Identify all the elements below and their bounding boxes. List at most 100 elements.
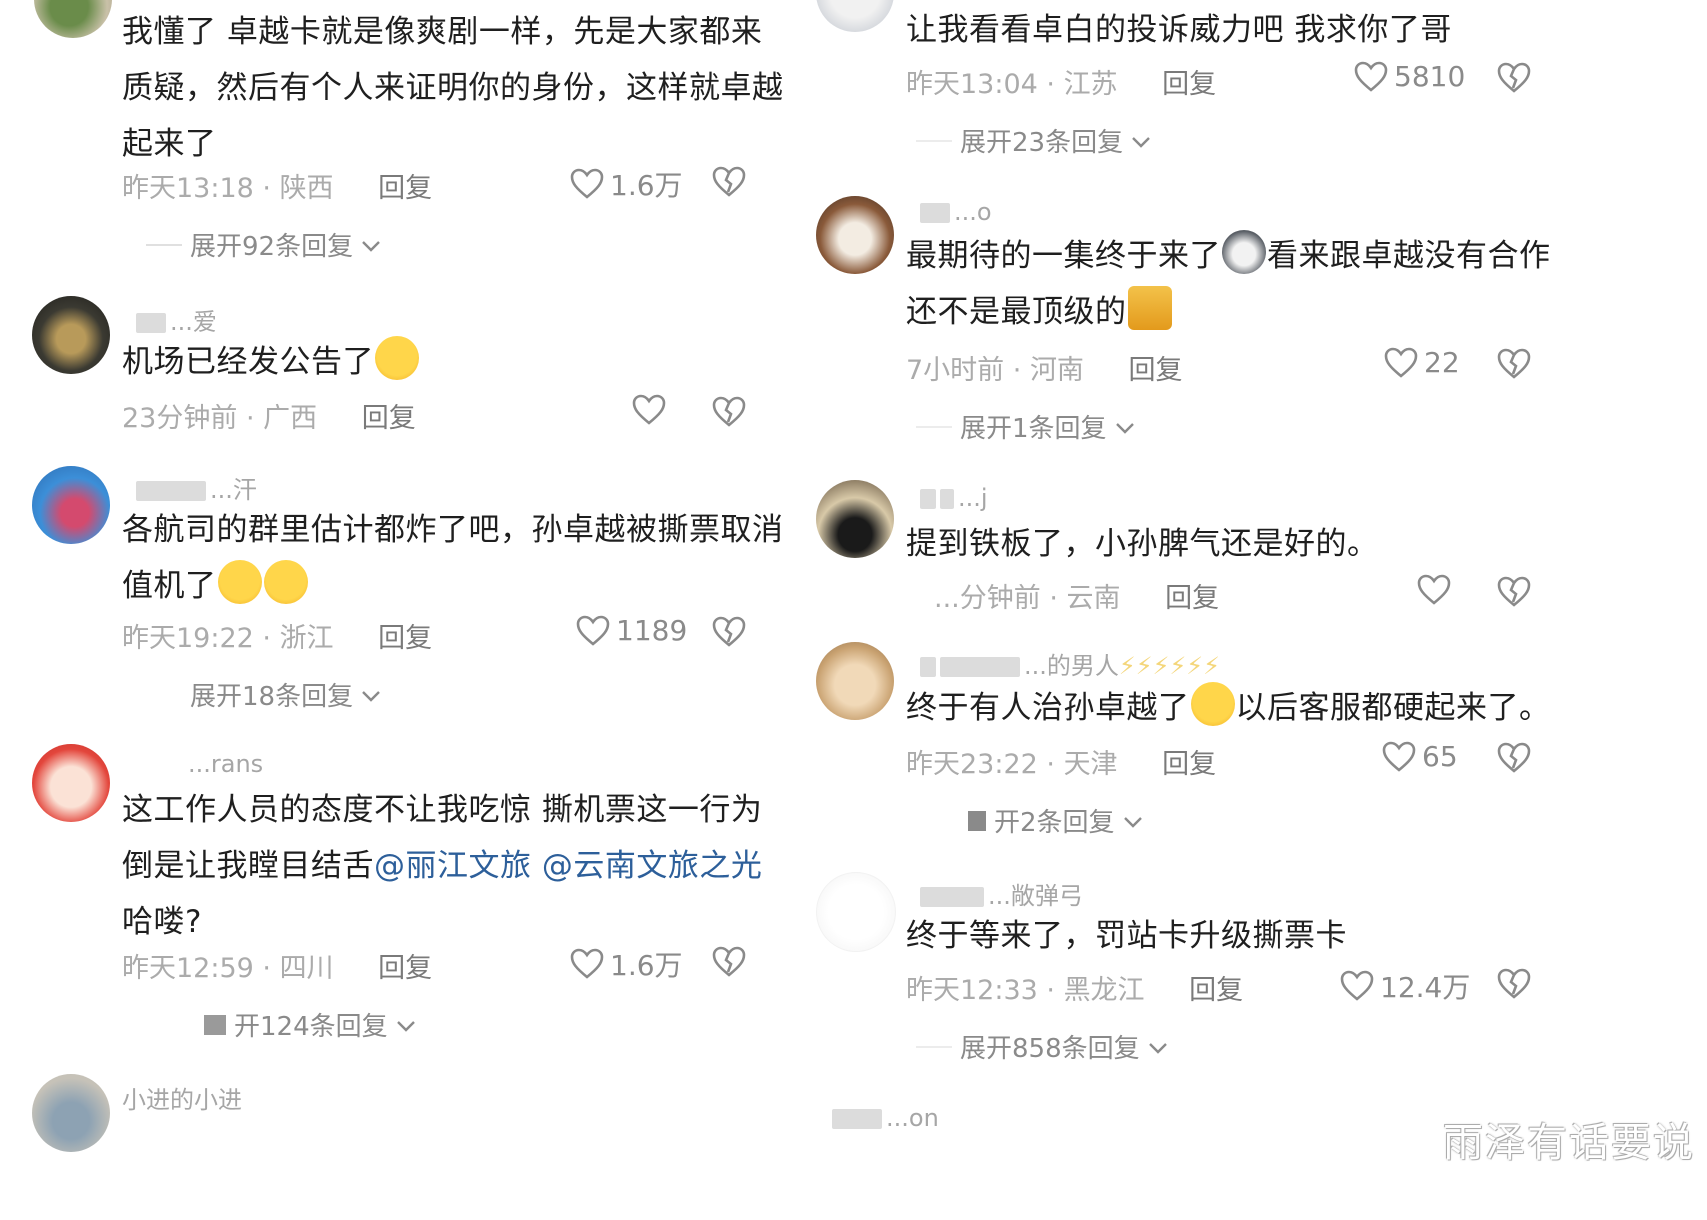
comment-body: 我懂了 卓越卡就是像爽剧一样，先是大家都来 质疑，然后有个人来证明你的身份，这样… — [122, 14, 784, 162]
dislike-button[interactable] — [712, 166, 746, 198]
heart-icon — [1417, 574, 1451, 606]
reply-button[interactable]: 回复 — [378, 953, 432, 984]
expand-replies[interactable]: 开124条回复 — [204, 1006, 416, 1043]
comment-body: 让我看看卓白的投诉威力吧 我求你了哥 — [906, 12, 1452, 48]
broken-heart-icon — [1497, 62, 1531, 94]
avatar[interactable] — [32, 744, 110, 822]
username[interactable]: ...爱 — [136, 302, 217, 337]
broken-heart-icon — [712, 616, 746, 648]
comment-meta: 23分钟前 · 广西 回复 — [122, 403, 416, 434]
avatar[interactable] — [816, 480, 894, 558]
mention-link[interactable]: @丽江文旅 — [374, 848, 532, 884]
username[interactable]: ...j — [920, 484, 988, 512]
comment-item: ...爱 机场已经发公告了 23分钟前 · 广西 回复 — [0, 296, 850, 446]
heart-icon — [576, 615, 610, 647]
comment-item: 小进的小进 — [0, 1074, 850, 1220]
like-button[interactable]: 22 — [1384, 346, 1460, 379]
dislike-button[interactable] — [712, 616, 746, 648]
avatar[interactable] — [816, 642, 894, 720]
expand-replies[interactable]: 开2条回复 — [968, 802, 1143, 839]
heart-icon — [632, 394, 666, 426]
right-column: 让我看看卓白的投诉威力吧 我求你了哥 昨天13:04 · 江苏 回复 5810 … — [816, 0, 1704, 1220]
reply-button[interactable]: 回复 — [1165, 583, 1219, 614]
like-count: 65 — [1422, 740, 1458, 773]
avatar[interactable] — [816, 196, 894, 274]
comment-meta: 昨天23:22 · 天津 回复 — [906, 749, 1217, 780]
like-button[interactable] — [1417, 574, 1457, 606]
like-button[interactable] — [632, 394, 672, 426]
chevron-down-icon — [1131, 126, 1151, 156]
comment-item: ...rans 这工作人员的态度不让我吃惊 撕机票这一行为 倒是让我瞠目结舌@丽… — [0, 744, 850, 1044]
username[interactable]: ...o — [920, 198, 992, 226]
comment-body: 最期待的一集终于来了 看来跟卓越没有合作 还不是最顶级的 — [906, 228, 1551, 340]
expand-replies[interactable]: 展开1条回复 — [916, 408, 1135, 445]
avatar[interactable] — [816, 872, 896, 952]
broken-heart-icon — [1497, 968, 1531, 1000]
like-count: 1.6万 — [610, 949, 683, 982]
expand-replies[interactable]: 展开23条回复 — [916, 122, 1151, 159]
username[interactable]: ...汗 — [136, 470, 257, 505]
broken-heart-icon — [1497, 576, 1531, 608]
comment-meta: ...分钟前 · 云南 回复 — [934, 583, 1220, 614]
expand-replies[interactable]: 展开858条回复 — [916, 1028, 1168, 1065]
dislike-button[interactable] — [1497, 62, 1531, 94]
dislike-button[interactable] — [1497, 348, 1531, 380]
chevron-down-icon — [1115, 412, 1135, 442]
comment-body: 提到铁板了，小孙脾气还是好的。 — [906, 526, 1379, 562]
broken-heart-icon — [712, 166, 746, 198]
reply-button[interactable]: 回复 — [1162, 69, 1216, 100]
shocked-emoji-icon — [263, 560, 308, 604]
avatar[interactable] — [32, 296, 110, 374]
like-count: 1189 — [616, 614, 688, 647]
dislike-button[interactable] — [1497, 742, 1531, 774]
heart-icon — [1340, 970, 1374, 1002]
like-count: 5810 — [1394, 60, 1466, 93]
like-button[interactable]: 65 — [1382, 740, 1458, 773]
cat-emoji-icon — [1127, 286, 1172, 330]
chevron-down-icon — [396, 1010, 416, 1040]
dislike-button[interactable] — [712, 946, 746, 978]
comment-item: 我懂了 卓越卡就是像爽剧一样，先是大家都来 质疑，然后有个人来证明你的身份，这样… — [0, 0, 850, 290]
username[interactable]: ...的男人⚡⚡⚡⚡⚡⚡ — [920, 646, 1220, 681]
broken-heart-icon — [1497, 742, 1531, 774]
heart-icon — [1354, 61, 1388, 93]
comment-item: ...j 提到铁板了，小孙脾气还是好的。 ...分钟前 · 云南 回复 — [816, 478, 1704, 628]
watermark: 雨泽有话要说 — [1443, 1120, 1695, 1166]
reply-button[interactable]: 回复 — [378, 173, 432, 204]
dislike-button[interactable] — [1497, 968, 1531, 1000]
username[interactable]: ...rans — [188, 750, 263, 778]
dislike-button[interactable] — [712, 396, 746, 428]
mention-link[interactable]: @云南文旅之光 — [542, 848, 763, 884]
chevron-down-icon — [361, 230, 381, 260]
reply-button[interactable]: 回复 — [378, 623, 432, 654]
comment-meta: 7小时前 · 河南 回复 — [906, 355, 1183, 386]
like-button[interactable]: 1.6万 — [570, 164, 683, 204]
avatar[interactable] — [32, 1074, 110, 1152]
username[interactable]: ...on — [832, 1104, 939, 1132]
expand-replies[interactable]: 展开18条回复 — [190, 676, 381, 713]
like-button[interactable]: 5810 — [1354, 60, 1465, 93]
reply-button[interactable]: 回复 — [1162, 749, 1216, 780]
comment-body: 各航司的群里估计都炸了吧，孙卓越被撕票取消 值机了 — [122, 512, 784, 604]
comment-body: 终于有人治孙卓越了 以后客服都硬起来了。 — [906, 680, 1551, 736]
comment-item: ...汗 各航司的群里估计都炸了吧，孙卓越被撕票取消 值机了 昨天19:22 ·… — [0, 466, 850, 716]
avatar[interactable] — [32, 466, 110, 544]
broken-heart-icon — [1497, 348, 1531, 380]
chevron-down-icon — [1123, 806, 1143, 836]
avatar[interactable] — [34, 0, 112, 38]
dislike-button[interactable] — [1497, 576, 1531, 608]
like-button[interactable]: 1189 — [576, 614, 687, 647]
comment-meta: 昨天12:33 · 黑龙江 回复 — [906, 975, 1244, 1006]
expand-replies[interactable]: 展开92条回复 — [146, 226, 381, 263]
reply-button[interactable]: 回复 — [362, 403, 416, 434]
like-button[interactable]: 12.4万 — [1340, 966, 1470, 1006]
like-button[interactable]: 1.6万 — [570, 944, 683, 984]
like-count: 22 — [1424, 346, 1460, 379]
heart-icon — [570, 948, 604, 980]
chevron-down-icon — [361, 680, 381, 710]
username[interactable]: ...敞弹弓 — [920, 876, 1083, 911]
broken-heart-icon — [712, 396, 746, 428]
reply-button[interactable]: 回复 — [1129, 355, 1183, 386]
username[interactable]: 小进的小进 — [122, 1080, 242, 1115]
reply-button[interactable]: 回复 — [1189, 975, 1243, 1006]
